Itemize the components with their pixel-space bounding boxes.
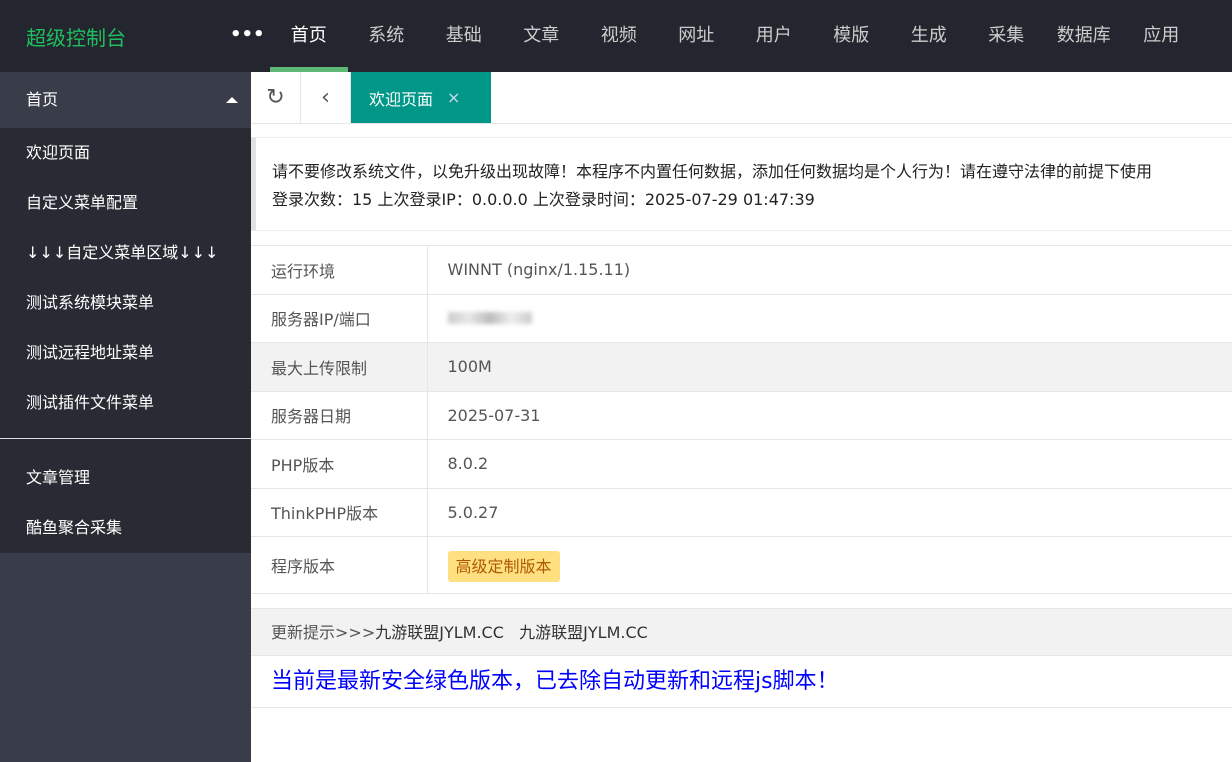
row-value: WINNT (nginx/1.15.11) [427, 245, 1232, 295]
table-row: 最大上传限制 100M [251, 342, 1232, 392]
update-link-1[interactable]: 九游联盟JYLM.CC [375, 623, 504, 642]
nav-home[interactable]: 首页 [270, 0, 348, 72]
tab-label: 欢迎页面 [369, 89, 434, 109]
tab-bar: ↻ ‹ 欢迎页面 × [251, 72, 1232, 124]
sidebar-item-test-plugin[interactable]: 测试插件文件菜单 [0, 378, 251, 428]
nav-video[interactable]: 视频 [580, 0, 658, 72]
notice-block: 请不要修改系统文件，以免升级出现故障！本程序不内置任何数据，添加任何数据均是个人… [251, 137, 1232, 231]
sidebar-item-custom-area[interactable]: ↓↓↓自定义菜单区域↓↓↓ [0, 228, 251, 278]
row-label: 服务器日期 [251, 390, 428, 440]
logo[interactable]: 超级控制台 [26, 22, 126, 51]
table-row: 服务器IP/端口 [251, 293, 1232, 343]
server-info-table: 运行环境 WINNT (nginx/1.15.11) 服务器IP/端口 最大上传限… [251, 245, 1232, 594]
blurred-ip [447, 311, 532, 324]
sidebar-submenu: 欢迎页面 自定义菜单配置 ↓↓↓自定义菜单区域↓↓↓ 测试系统模块菜单 测试远程… [0, 128, 251, 553]
nav-app[interactable]: 应用 [1123, 0, 1201, 72]
row-label: 最大上传限制 [251, 342, 428, 392]
caret-up-icon [226, 97, 238, 103]
row-value: 2025-07-31 [427, 390, 1232, 440]
nav-database[interactable]: 数据库 [1045, 0, 1123, 72]
nav-system[interactable]: 系统 [348, 0, 426, 72]
main-content: ↻ ‹ 欢迎页面 × 请不要修改系统文件，以免升级出现故障！本程序不内置任何数据… [251, 72, 1232, 762]
update-link-2[interactable]: 九游联盟JYLM.CC [519, 623, 648, 642]
version-message: 当前是最新安全绿色版本，已去除自动更新和远程js脚本！ [251, 656, 1232, 708]
sidebar-item-test-module[interactable]: 测试系统模块菜单 [0, 278, 251, 328]
chevron-left-icon[interactable]: ‹ [301, 72, 351, 123]
sidebar-group-label: 首页 [26, 90, 59, 109]
update-tip: 更新提示>>>九游联盟JYLM.CC 九游联盟JYLM.CC [251, 608, 1232, 656]
nav-generate[interactable]: 生成 [890, 0, 968, 72]
nav-url[interactable]: 网址 [658, 0, 736, 72]
nav-basic[interactable]: 基础 [425, 0, 503, 72]
table-row: 服务器日期 2025-07-31 [251, 390, 1232, 440]
sidebar-item-article-manage[interactable]: 文章管理 [0, 453, 251, 503]
notice-text: 请不要修改系统文件，以免升级出现故障！本程序不内置任何数据，添加任何数据均是个人… [272, 162, 1153, 181]
sidebar: 首页 欢迎页面 自定义菜单配置 ↓↓↓自定义菜单区域↓↓↓ 测试系统模块菜单 测… [0, 72, 251, 762]
row-label: 运行环境 [251, 245, 428, 295]
nav-user[interactable]: 用户 [735, 0, 813, 72]
row-value: 8.0.2 [427, 439, 1232, 489]
sidebar-item-test-remote[interactable]: 测试远程地址菜单 [0, 328, 251, 378]
more-icon[interactable]: ••• [230, 24, 265, 45]
row-label: 服务器IP/端口 [251, 293, 428, 343]
close-icon[interactable]: × [447, 88, 460, 107]
top-nav: 首页 系统 基础 文章 视频 网址 用户 模版 生成 采集 数据库 应用 [270, 0, 1200, 72]
table-row: PHP版本 8.0.2 [251, 439, 1232, 489]
row-value: 高级定制版本 [427, 536, 1232, 594]
row-label: 程序版本 [251, 536, 428, 594]
top-bar: 超级控制台 ••• 首页 系统 基础 文章 视频 网址 用户 模版 生成 采集 … [0, 0, 1232, 72]
row-value [427, 293, 1232, 343]
login-info: 登录次数：15 上次登录IP：0.0.0.0 上次登录时间：2025-07-29… [272, 190, 815, 209]
table-row: 程序版本 高级定制版本 [251, 536, 1232, 594]
table-row: ThinkPHP版本 5.0.27 [251, 487, 1232, 537]
row-label: ThinkPHP版本 [251, 487, 428, 537]
row-value: 5.0.27 [427, 487, 1232, 537]
row-value: 100M [427, 342, 1232, 392]
nav-article[interactable]: 文章 [503, 0, 581, 72]
table-row: 运行环境 WINNT (nginx/1.15.11) [251, 245, 1232, 295]
tab-welcome[interactable]: 欢迎页面 × [351, 72, 491, 123]
refresh-icon[interactable]: ↻ [251, 72, 301, 123]
row-label: PHP版本 [251, 439, 428, 489]
sidebar-group-home[interactable]: 首页 [0, 72, 251, 128]
version-badge: 高级定制版本 [447, 551, 560, 582]
nav-template[interactable]: 模版 [813, 0, 891, 72]
sidebar-divider [0, 438, 251, 439]
nav-collect[interactable]: 采集 [968, 0, 1046, 72]
sidebar-item-kuyu-collect[interactable]: 酷鱼聚合采集 [0, 503, 251, 553]
sidebar-item-welcome[interactable]: 欢迎页面 [0, 128, 251, 178]
update-prefix: 更新提示>>> [271, 623, 376, 642]
sidebar-item-custom-menu[interactable]: 自定义菜单配置 [0, 178, 251, 228]
